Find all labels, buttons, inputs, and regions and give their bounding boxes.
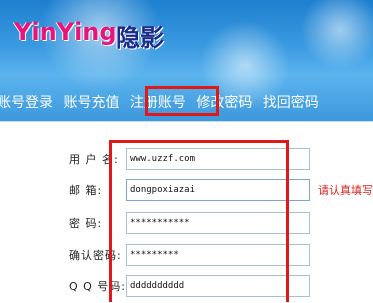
nav-item-recharge[interactable]: 账号充值 — [63, 92, 119, 112]
email-hint: 请认真填写 — [318, 184, 373, 197]
logo-text-en: YinYing — [14, 18, 117, 46]
logo-text-cn: 隐影 — [116, 24, 164, 52]
nav-item-login[interactable]: 账号登录 — [0, 92, 53, 112]
nav-item-recover-password[interactable]: 找回密码 — [263, 92, 319, 112]
nav-highlight-box — [145, 86, 219, 116]
form-highlight-box — [109, 140, 289, 302]
banner-glow — [300, 0, 373, 70]
